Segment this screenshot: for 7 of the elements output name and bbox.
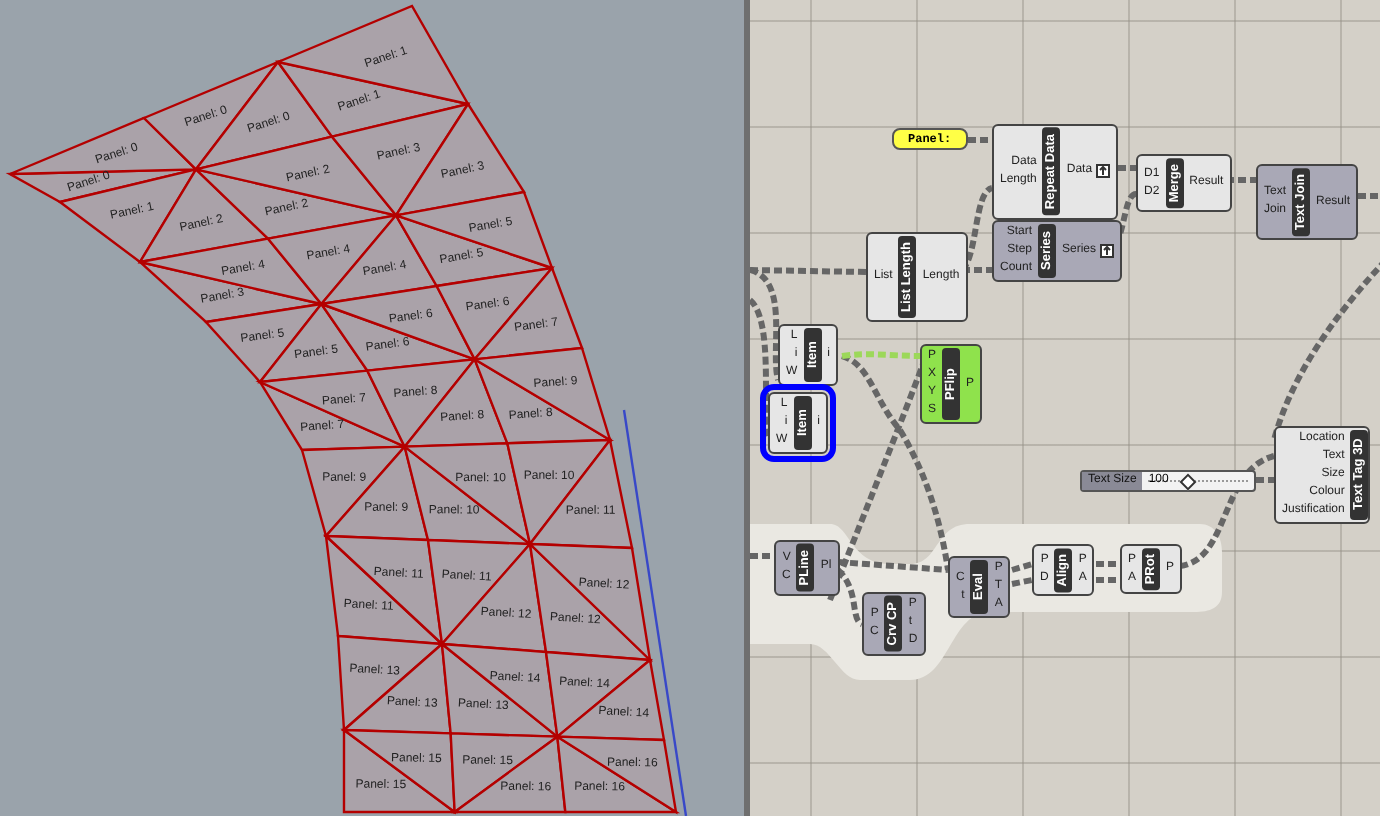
- wire: [1096, 577, 1120, 583]
- wire: [1011, 577, 1033, 587]
- wire: [1226, 177, 1256, 183]
- wire: [968, 137, 992, 143]
- wire: [1011, 561, 1033, 573]
- wire: [750, 553, 774, 559]
- wire: [1096, 561, 1120, 567]
